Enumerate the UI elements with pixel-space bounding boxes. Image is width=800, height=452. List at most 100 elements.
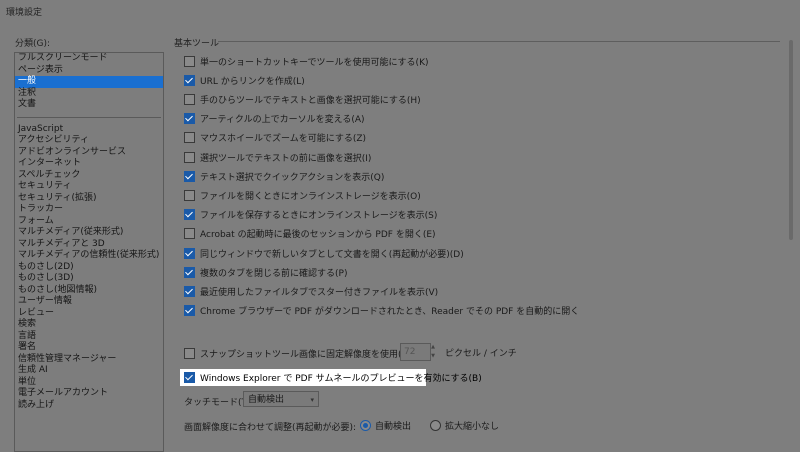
option-row[interactable]: Acrobat の起動時に最後のセッションから PDF を開く(E): [184, 227, 436, 241]
option-label: 選択ツールでテキストの前に画像を選択(I): [200, 153, 372, 164]
category-item[interactable]: インターネット: [15, 158, 163, 170]
option-label: ファイルを開くときにオンラインストレージを表示(O): [200, 191, 421, 202]
option-checkbox[interactable]: [184, 285, 195, 297]
option-label: 単一のショートカットキーでツールを使用可能にする(K): [200, 57, 429, 68]
scrollbar[interactable]: [789, 40, 793, 240]
category-item[interactable]: 電子メールアカウント: [15, 388, 163, 400]
category-divider: [17, 116, 161, 118]
category-item[interactable]: JavaScript: [15, 124, 163, 136]
option-checkbox[interactable]: [184, 113, 195, 125]
explorer-preview-label: Windows Explorer で PDF サムネールのプレビューを有効にする…: [200, 373, 482, 384]
category-item[interactable]: 単位: [15, 377, 163, 389]
category-item[interactable]: アクセシビリティ: [15, 135, 163, 147]
option-row[interactable]: 単一のショートカットキーでツールを使用可能にする(K): [184, 54, 428, 68]
option-label: アーティクルの上でカーソルを変える(A): [200, 115, 365, 126]
option-checkbox[interactable]: [184, 189, 195, 201]
option-row[interactable]: URL からリンクを作成(L): [184, 73, 305, 87]
categories-label: 分類(G):: [15, 39, 51, 49]
option-checkbox[interactable]: [184, 93, 195, 105]
highlighted-option: Windows Explorer で PDF サムネールのプレビューを有効にする…: [180, 369, 482, 386]
category-item[interactable]: フォーム: [15, 216, 163, 228]
option-checkbox[interactable]: [184, 74, 195, 86]
option-row[interactable]: テキスト選択でクイックアクションを表示(Q): [184, 169, 384, 183]
category-item[interactable]: マルチメディアの信頼性(従来形式): [15, 250, 163, 262]
option-checkbox[interactable]: [184, 228, 195, 240]
category-item[interactable]: セキュリティ(拡張): [15, 193, 163, 205]
radio-no-scaling-button[interactable]: [430, 420, 441, 431]
category-item[interactable]: セキュリティ: [15, 181, 163, 193]
explorer-preview-checkbox[interactable]: [184, 371, 195, 383]
category-item[interactable]: 検索: [15, 319, 163, 331]
category-item[interactable]: ページ表示: [15, 65, 163, 77]
category-item[interactable]: 一般: [15, 76, 163, 88]
option-checkbox[interactable]: [184, 55, 195, 67]
radio-no-scaling[interactable]: 拡大縮小なし: [430, 419, 499, 432]
category-item[interactable]: 言語: [15, 331, 163, 343]
category-item[interactable]: ものさし(2D): [15, 262, 163, 274]
category-item[interactable]: フルスクリーンモード: [15, 53, 163, 65]
category-item[interactable]: スペルチェック: [15, 170, 163, 182]
chevron-down-icon: ▾: [310, 396, 314, 404]
radio-no-scaling-label: 拡大縮小なし: [445, 422, 500, 432]
option-row[interactable]: マウスホイールでズームを可能にする(Z): [184, 131, 366, 145]
title-bar: 環境設定: [0, 0, 800, 22]
option-checkbox[interactable]: [184, 266, 195, 278]
category-item[interactable]: マルチメディアと 3D: [15, 239, 163, 251]
option-row[interactable]: 手のひらツールでテキストと画像を選択可能にする(H): [184, 92, 421, 106]
option-label: 同じウィンドウで新しいタブとして文書を開く(再起動が必要)(D): [200, 249, 464, 260]
option-label: マウスホイールでズームを可能にする(Z): [200, 134, 367, 145]
option-label: 複数のタブを閉じる前に確認する(P): [200, 268, 348, 279]
stepper-down-icon[interactable]: ▼: [430, 352, 436, 361]
category-item[interactable]: 読み上げ: [15, 400, 163, 412]
option-label: 手のひらツールでテキストと画像を選択可能にする(H): [200, 95, 421, 106]
snapshot-option[interactable]: スナップショットツール画像に固定解像度を使用(N):: [184, 346, 415, 360]
category-item[interactable]: ものさし(地図情報): [15, 285, 163, 297]
touch-mode-value: 自動検出: [248, 395, 285, 405]
category-item[interactable]: 生成 AI: [15, 365, 163, 377]
category-item[interactable]: 信頼性管理マネージャー: [15, 354, 163, 366]
option-row[interactable]: 選択ツールでテキストの前に画像を選択(I): [184, 150, 371, 164]
option-row[interactable]: Chrome ブラウザーで PDF がダウンロードされたとき、Reader でそ…: [184, 304, 579, 318]
snapshot-label: スナップショットツール画像に固定解像度を使用(N):: [200, 349, 415, 360]
stepper-up-icon[interactable]: ▲: [430, 343, 436, 352]
option-label: 最近使用したファイルタブでスター付きファイルを表示(V): [200, 287, 439, 298]
category-item[interactable]: 署名: [15, 342, 163, 354]
radio-auto-detect[interactable]: 自動検出: [360, 419, 411, 432]
option-checkbox[interactable]: [184, 170, 195, 182]
resolution-stepper[interactable]: ▲ ▼: [430, 343, 436, 361]
category-item[interactable]: ユーザー情報: [15, 296, 163, 308]
category-item[interactable]: ものさし(3D): [15, 273, 163, 285]
categories-list[interactable]: フルスクリーンモード ページ表示 一般 注釈 文書 JavaScript アクセシビリティア…: [14, 52, 164, 452]
radio-auto-detect-button[interactable]: [360, 420, 371, 431]
option-checkbox[interactable]: [184, 151, 195, 163]
category-item[interactable]: アドビオンラインサービス: [15, 147, 163, 159]
snapshot-checkbox[interactable]: [184, 347, 195, 359]
option-label: Acrobat の起動時に最後のセッションから PDF を開く(E): [200, 230, 436, 241]
category-item[interactable]: 文書: [15, 99, 163, 111]
option-row[interactable]: 複数のタブを閉じる前に確認する(P): [184, 265, 347, 279]
resolution-unit: ピクセル / インチ: [445, 349, 517, 359]
option-checkbox[interactable]: [184, 305, 195, 317]
option-checkbox[interactable]: [184, 132, 195, 144]
category-item[interactable]: トラッカー: [15, 204, 163, 216]
option-row[interactable]: ファイルを開くときにオンラインストレージを表示(O): [184, 188, 421, 202]
option-checkbox[interactable]: [184, 247, 195, 259]
option-row[interactable]: ファイルを保存するときにオンラインストレージを表示(S): [184, 208, 437, 222]
radio-auto-detect-label: 自動検出: [375, 422, 412, 432]
option-row[interactable]: 最近使用したファイルタブでスター付きファイルを表示(V): [184, 284, 438, 298]
dimmed-overlay: 環境設定 分類(G): フルスクリーンモード ページ表示 一般 注釈 文書 JavaScr…: [0, 0, 800, 452]
option-label: URL からリンクを作成(L): [200, 76, 305, 87]
option-label: ファイルを保存するときにオンラインストレージを表示(S): [200, 211, 438, 222]
category-item[interactable]: レビュー: [15, 308, 163, 320]
window-title: 環境設定: [6, 8, 43, 18]
option-label: テキスト選択でクイックアクションを表示(Q): [200, 172, 385, 183]
touch-mode-select[interactable]: 自動検出 ▾: [243, 391, 319, 407]
explorer-preview-option[interactable]: Windows Explorer で PDF サムネールのプレビューを有効にする…: [184, 370, 482, 384]
option-row[interactable]: アーティクルの上でカーソルを変える(A): [184, 112, 365, 126]
option-checkbox[interactable]: [184, 209, 195, 221]
resolution-input[interactable]: 72: [400, 343, 431, 361]
option-row[interactable]: 同じウィンドウで新しいタブとして文書を開く(再起動が必要)(D): [184, 246, 464, 260]
category-item[interactable]: マルチメディア(従来形式): [15, 227, 163, 239]
section-divider: [218, 41, 780, 42]
category-item[interactable]: 注釈: [15, 88, 163, 100]
